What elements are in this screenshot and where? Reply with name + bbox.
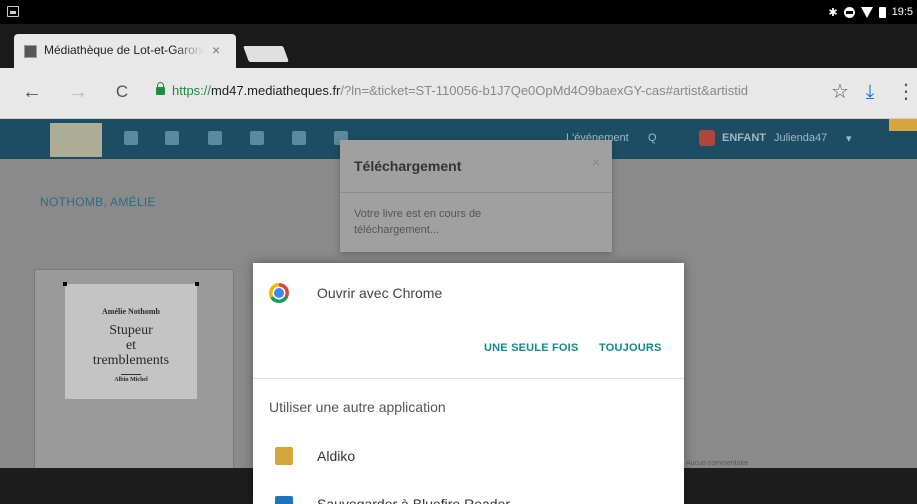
popover-title: Téléchargement xyxy=(354,158,462,174)
url-path: /?ln=&ticket=ST-110056-b1J7Qe0OpMd4O9bae… xyxy=(340,83,748,98)
enfant-link[interactable]: ENFANT xyxy=(722,132,766,144)
cover-title: Stupeur et tremblements xyxy=(65,323,197,368)
search-icon[interactable]: Q xyxy=(648,132,657,144)
site-favicon-icon xyxy=(24,45,37,58)
cover-publisher: Albin Michel xyxy=(114,377,148,383)
tab-strip: Médiathèque de Lot-et-Garonne × xyxy=(0,24,917,68)
other-apps-heading: Utiliser une autre application xyxy=(269,399,446,415)
browser-tab[interactable]: Médiathèque de Lot-et-Garonne × xyxy=(14,34,236,68)
video-icon[interactable] xyxy=(208,131,222,145)
cover-title-line: Stupeur xyxy=(109,323,153,338)
chooser-primary-label: Ouvrir avec Chrome xyxy=(317,285,443,301)
reload-icon[interactable]: C xyxy=(108,78,136,106)
address-bar[interactable]: https://md47.mediatheques.fr/?ln=&ticket… xyxy=(172,83,822,98)
bookmark-star-icon[interactable]: ☆ xyxy=(826,78,854,106)
cover-title-line: tremblements xyxy=(92,353,170,368)
app-chooser-sheet: Ouvrir avec Chrome UNE SEULE FOIS TOUJOU… xyxy=(253,263,684,504)
aldiko-icon xyxy=(275,447,293,465)
forward-icon[interactable]: → xyxy=(64,78,92,106)
do-not-disturb-icon xyxy=(843,6,855,18)
tab-close-icon[interactable]: × xyxy=(212,41,220,59)
author-name[interactable]: NOTHOMB, AMÉLIE xyxy=(40,195,156,209)
url-host: md47.mediatheques.fr xyxy=(211,83,341,98)
url-scheme: https:// xyxy=(172,83,212,98)
book-cover[interactable]: Amélie Nothomb Stupeur et tremblements A… xyxy=(63,282,199,399)
nav-corner-badge xyxy=(889,119,917,131)
cover-title-line: et xyxy=(125,338,137,353)
user-menu[interactable]: Julienda47 xyxy=(774,132,827,144)
music-icon[interactable] xyxy=(165,131,179,145)
home-icon[interactable] xyxy=(124,131,138,145)
app-label: Sauvegarder à Bluefire Reader xyxy=(317,496,511,504)
download-popover: Téléchargement × Votre livre est en cour… xyxy=(340,140,612,252)
divider xyxy=(340,192,612,193)
status-icons: ✱ 19:5 xyxy=(828,4,913,20)
cover-author: Amélie Nothomb xyxy=(102,307,160,316)
cover-corner xyxy=(195,282,199,286)
tab-title: Médiathèque de Lot-et-Garonne xyxy=(44,43,204,57)
menu-icon[interactable]: ⋮ xyxy=(892,78,917,106)
back-icon[interactable]: ← xyxy=(18,78,46,106)
books-icon[interactable] xyxy=(292,131,306,145)
lock-icon xyxy=(156,82,165,95)
wifi-icon xyxy=(860,6,873,18)
bluefire-icon xyxy=(275,496,293,504)
new-tab-button[interactable] xyxy=(243,46,289,62)
popover-close-icon[interactable]: × xyxy=(592,154,600,170)
popover-message: Votre livre est en cours de téléchargeme… xyxy=(354,208,482,236)
app-label: Aldiko xyxy=(317,448,356,464)
bluetooth-icon: ✱ xyxy=(828,6,838,19)
user-caret-icon[interactable]: ▾ xyxy=(846,132,852,145)
status-bar: ✱ 19:5 xyxy=(0,0,917,24)
site-logo[interactable] xyxy=(50,123,102,157)
cover-divider xyxy=(121,374,141,375)
status-time: 19:5 xyxy=(891,6,913,18)
just-once-button[interactable]: UNE SEULE FOIS xyxy=(484,342,578,354)
footer-text: Aucun commentaire xyxy=(686,460,749,467)
screenshot-icon xyxy=(7,6,19,17)
download-icon[interactable]: ⤓ xyxy=(856,78,884,106)
browser-toolbar: ← → C https://md47.mediatheques.fr/?ln=&… xyxy=(0,68,917,119)
chrome-icon xyxy=(269,283,289,303)
divider xyxy=(253,378,684,379)
enfant-icon xyxy=(699,130,715,146)
cover-corner xyxy=(63,282,67,286)
games-icon[interactable] xyxy=(250,131,264,145)
always-button[interactable]: TOUJOURS xyxy=(599,342,662,354)
battery-icon xyxy=(878,6,886,18)
